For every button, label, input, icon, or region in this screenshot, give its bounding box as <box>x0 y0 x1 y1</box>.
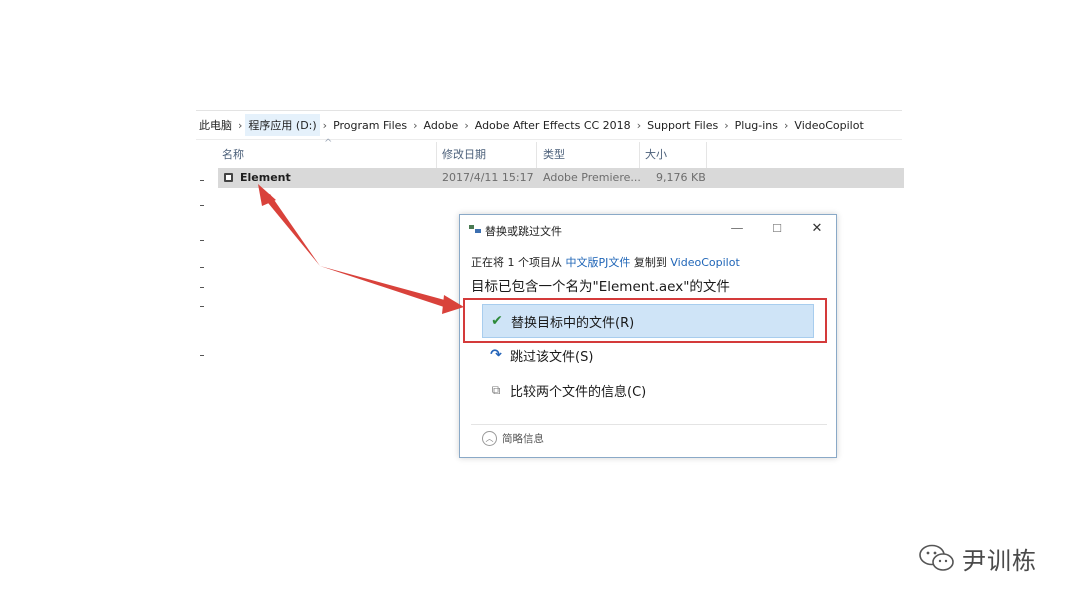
watermark: 尹训栋 <box>918 538 1037 578</box>
arrow-to-replace-option-icon <box>320 266 464 314</box>
arrow-to-file-icon <box>258 184 320 266</box>
wechat-icon <box>919 544 954 571</box>
annotation-arrows <box>258 184 464 314</box>
watermark-text: 尹训栋 <box>962 546 1037 575</box>
